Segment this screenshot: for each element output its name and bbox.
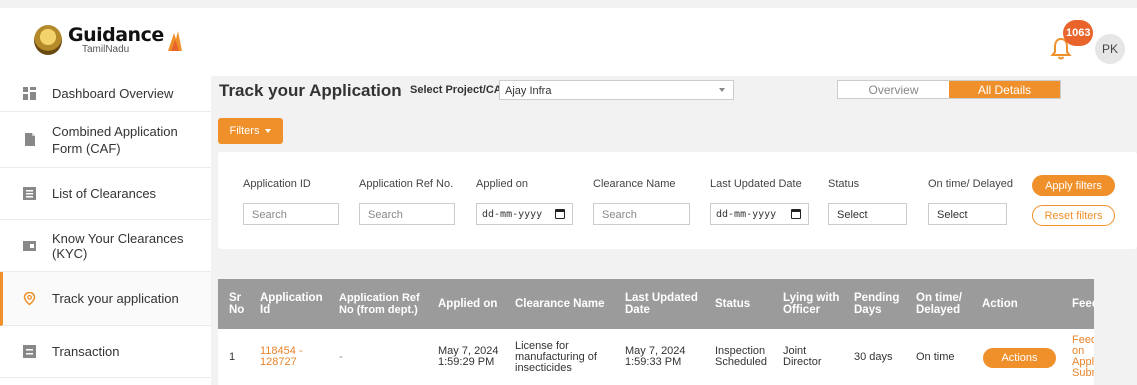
- status-select[interactable]: Select: [828, 203, 907, 225]
- column-header-last-updated: Last Updated Date: [625, 292, 698, 316]
- chevron-down-icon: [719, 88, 725, 92]
- column-header-on-time: On time/ Delayed: [916, 292, 963, 316]
- filters-button[interactable]: Filters: [218, 118, 283, 144]
- ref-no-search-input[interactable]: Search: [359, 203, 455, 225]
- brand-subtitle: TamilNadu: [82, 43, 130, 55]
- reset-filters-button[interactable]: Reset filters: [1032, 205, 1115, 226]
- project-select-label: Select Project/CAF: [410, 84, 509, 96]
- sidebar-item-caf[interactable]: Combined Application Form (CAF): [0, 112, 211, 168]
- on-time-select[interactable]: Select: [928, 203, 1007, 225]
- tab-all-details[interactable]: All Details: [949, 81, 1060, 98]
- actions-button[interactable]: Actions: [983, 348, 1056, 368]
- cell-application-id-link[interactable]: 118454 - 128727: [260, 329, 320, 385]
- sidebar-item-label: Combined Application Form (CAF): [52, 123, 178, 156]
- column-header-feedback: Feedback: [1072, 298, 1094, 310]
- cell-lying-with-officer: Joint Director: [783, 345, 822, 368]
- tn-seal-icon: [34, 25, 62, 55]
- guidance-logo[interactable]: Guidance TamilNadu: [34, 25, 184, 55]
- sidebar-item-label: Transaction: [52, 344, 120, 359]
- brand-name: Guidance: [68, 23, 164, 46]
- user-avatar[interactable]: PK: [1095, 34, 1125, 64]
- list-icon: [23, 187, 36, 200]
- id-card-icon: [23, 241, 36, 251]
- main-content: Track your Application Select Project/CA…: [211, 76, 1137, 385]
- table-header-row: Sr No Application Id Application Ref No …: [218, 279, 1094, 329]
- column-header-ref-no: Application Ref No (from dept.): [339, 292, 420, 316]
- sidebar-item-kyc[interactable]: Know Your Clearances (KYC): [0, 220, 211, 272]
- sidebar-item-dashboard[interactable]: Dashboard Overview: [0, 76, 211, 112]
- column-header-lying-with-officer: Lying with Officer: [783, 292, 840, 316]
- column-header-clearance-name: Clearance Name: [515, 298, 605, 310]
- view-toggle: Overview All Details: [837, 80, 1061, 99]
- top-strip: [0, 0, 1137, 8]
- cell-on-time: On time: [916, 350, 955, 363]
- filter-label-applied-on: Applied on: [476, 178, 528, 190]
- sidebar: Dashboard Overview Combined Application …: [0, 76, 211, 385]
- page-title: Track your Application: [219, 81, 402, 100]
- application-id-search-input[interactable]: Search: [243, 203, 339, 225]
- calendar-icon[interactable]: [791, 209, 801, 219]
- last-updated-date-input[interactable]: dd-mm-yyyy: [710, 203, 809, 225]
- apply-filters-button[interactable]: Apply filters: [1032, 175, 1115, 196]
- app-header: Guidance TamilNadu 1063 PK: [0, 0, 1137, 76]
- location-pin-icon: [23, 292, 36, 305]
- column-header-status: Status: [715, 298, 751, 310]
- filter-label-ref-no: Application Ref No.: [359, 178, 454, 190]
- transaction-icon: [23, 345, 36, 358]
- cell-sr-no: 1: [229, 350, 236, 363]
- tab-overview[interactable]: Overview: [838, 81, 949, 98]
- last-updated-date-value: dd-mm-yyyy: [716, 209, 777, 220]
- column-header-sr-no: Sr No: [229, 292, 245, 316]
- sidebar-item-transaction[interactable]: Transaction: [0, 326, 211, 378]
- column-header-action: Action: [982, 298, 1018, 310]
- column-header-applied-on: Applied on: [438, 298, 498, 310]
- sidebar-item-clearances[interactable]: List of Clearances: [0, 168, 211, 220]
- filter-label-clearance-name: Clearance Name: [593, 178, 676, 190]
- filter-label-application-id: Application ID: [243, 178, 311, 190]
- sidebar-item-track-application[interactable]: Track your application: [0, 272, 211, 326]
- column-header-pending-days: Pending Days: [854, 292, 900, 316]
- flame-icon: [167, 31, 182, 51]
- sidebar-item-label: List of Clearances: [52, 186, 157, 201]
- project-select[interactable]: Ajay Infra: [499, 80, 734, 100]
- clearance-name-search-input[interactable]: Search: [593, 203, 690, 225]
- applications-table: Sr No Application Id Application Ref No …: [218, 279, 1094, 385]
- filter-label-last-updated: Last Updated Date: [710, 178, 802, 190]
- cell-pending-days: 30 days: [854, 350, 893, 363]
- project-select-value: Ajay Infra: [505, 85, 552, 97]
- cell-applied-on: May 7, 2024 1:59:29 PM: [438, 345, 499, 368]
- column-header-application-id: Application Id: [260, 292, 323, 316]
- filter-label-on-time: On time/ Delayed: [928, 178, 1013, 190]
- notification-count-badge[interactable]: 1063: [1063, 20, 1094, 46]
- applied-on-date-input[interactable]: dd-mm-yyyy: [476, 203, 573, 225]
- cell-ref-no: -: [339, 350, 343, 363]
- filters-button-label: Filters: [229, 125, 260, 137]
- caret-down-icon: [265, 129, 272, 133]
- dashboard-icon: [23, 87, 36, 100]
- sidebar-item-label: Know Your Clearances (KYC): [52, 230, 184, 261]
- cell-last-updated: May 7, 2024 1:59:33 PM: [625, 345, 686, 368]
- cell-clearance-name: License for manufacturing of insecticide…: [515, 339, 597, 374]
- calendar-icon[interactable]: [555, 209, 565, 219]
- applied-on-date-value: dd-mm-yyyy: [482, 209, 543, 220]
- filter-panel: Application ID Application Ref No. Appli…: [218, 152, 1137, 249]
- logo-text: Guidance TamilNadu: [68, 23, 164, 55]
- filter-label-status: Status: [828, 178, 860, 190]
- cell-status: Inspection Scheduled: [715, 345, 767, 368]
- document-icon: [25, 133, 35, 146]
- sidebar-item-label: Track your application: [52, 291, 179, 306]
- sidebar-item-label: Dashboard Overview: [52, 86, 174, 101]
- cell-feedback-link[interactable]: Feedback on Application Submission: [1072, 329, 1094, 385]
